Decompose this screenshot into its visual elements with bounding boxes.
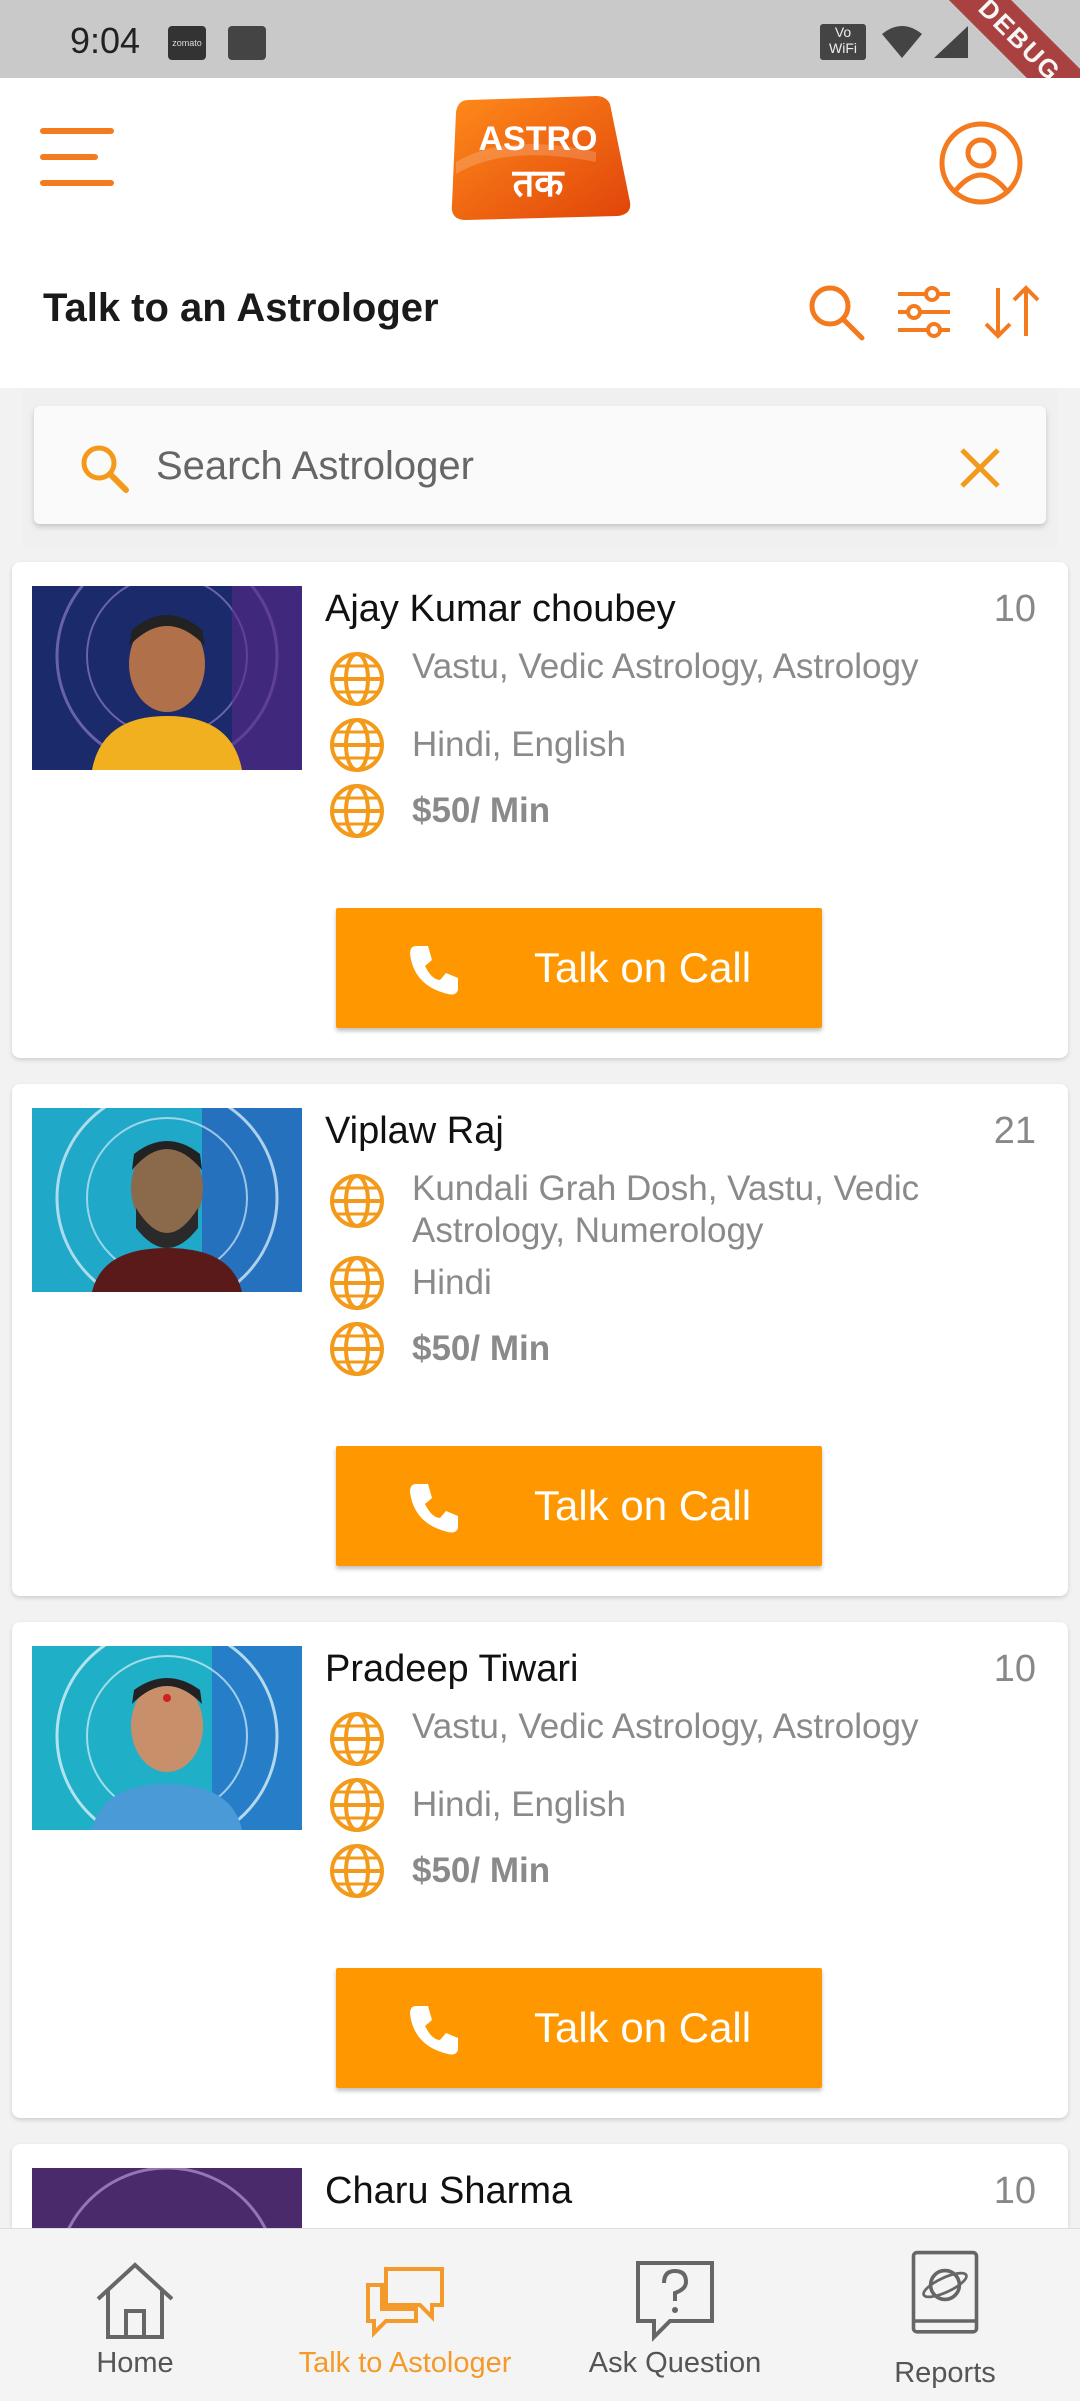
globe-icon (330, 1712, 384, 1766)
astrologer-name: Viplaw Raj (325, 1110, 504, 1152)
astrologer-name: Charu Sharma (325, 2170, 573, 2212)
astrologer-count: 10 (993, 1648, 1036, 1690)
astrologer-count: 10 (993, 2170, 1036, 2212)
astrologer-price: $50/ Min (412, 791, 551, 830)
status-bar: 9:04 zomato Vo WiFi DEBUG (0, 0, 1080, 148)
search-icon[interactable] (806, 282, 866, 342)
zomato-notification-icon: zomato (168, 26, 206, 60)
astrologer-price: $50/ Min (412, 1329, 551, 1368)
talk-on-call-button[interactable]: Talk on Call (336, 1446, 822, 1566)
question-icon (636, 2261, 714, 2342)
talk-on-call-label: Talk on Call (534, 1482, 752, 1529)
nav-reports[interactable]: Reports (810, 2229, 1080, 2401)
bottom-navigation: Home Talk to Astologer Ask Question Repo… (0, 2228, 1080, 2401)
globe-icon (330, 718, 384, 772)
chat-icon (366, 2267, 444, 2338)
astrologer-list[interactable]: Ajay Kumar choubey 10 Vastu, Vedic Astro… (0, 556, 1080, 2228)
globe-icon (330, 1844, 384, 1898)
phone-icon (410, 1484, 458, 1533)
logo-text-bottom: तक (512, 161, 566, 205)
globe-icon (330, 1322, 384, 1376)
phone-icon (410, 946, 458, 995)
globe-icon (330, 1256, 384, 1310)
close-icon[interactable] (956, 444, 1004, 492)
status-time: 9:04 (70, 20, 141, 61)
signal-icon (934, 26, 968, 58)
search-section (22, 388, 1058, 548)
astrologer-photo (32, 1646, 302, 1830)
app-header: ASTRO तक (0, 78, 1080, 238)
astrologer-card[interactable]: Charu Sharma 10 (12, 2144, 1068, 2228)
globe-icon (330, 784, 384, 838)
globe-icon (330, 1778, 384, 1832)
globe-icon (330, 1174, 384, 1228)
user-icon (939, 121, 1023, 205)
phone-icon (410, 2006, 458, 2055)
astrologer-languages: Hindi (412, 1263, 492, 1302)
astrologer-name: Ajay Kumar choubey (325, 588, 676, 630)
search-input[interactable] (154, 428, 938, 504)
nav-ask-label: Ask Question (588, 2347, 762, 2379)
astrologer-skills: Vastu, Vedic Astrology, Astrology (412, 1707, 919, 1746)
menu-icon-line (40, 128, 114, 134)
talk-on-call-button[interactable]: Talk on Call (336, 1968, 822, 2088)
astrologer-skills: Vastu, Vedic Astrology, Astrology (412, 647, 919, 686)
nav-home-label: Home (96, 2347, 174, 2379)
nav-home[interactable]: Home (0, 2229, 270, 2401)
page-title: Talk to an Astrologer (43, 286, 439, 330)
filter-icon[interactable] (894, 282, 954, 342)
talk-on-call-label: Talk on Call (534, 944, 752, 991)
astrologer-name: Pradeep Tiwari (325, 1648, 579, 1690)
home-icon (96, 2262, 174, 2339)
astrologer-price: $50/ Min (412, 1851, 551, 1890)
nav-talk-label: Talk to Astologer (298, 2347, 512, 2379)
menu-button[interactable] (40, 122, 116, 192)
astrologer-photo (32, 2168, 302, 2228)
profile-button[interactable] (938, 120, 1024, 206)
talk-on-call-button[interactable]: Talk on Call (336, 908, 822, 1028)
nav-ask-question[interactable]: Ask Question (540, 2229, 810, 2401)
astrologer-photo (32, 1108, 302, 1292)
astrologer-card[interactable]: Ajay Kumar choubey 10 Vastu, Vedic Astro… (12, 562, 1068, 1058)
logo-text-top: ASTRO (479, 120, 598, 158)
vowifi-icon: Vo WiFi (820, 24, 866, 60)
nav-talk-to-astrologer[interactable]: Talk to Astologer (270, 2229, 540, 2401)
astrologer-languages: Hindi, English (412, 1785, 626, 1824)
astrologer-card[interactable]: Viplaw Raj 21 Kundali Grah Dosh, Vastu, … (12, 1084, 1068, 1596)
nav-reports-label: Reports (894, 2357, 996, 2389)
astrologer-languages: Hindi, English (412, 725, 626, 764)
menu-icon-line (40, 154, 98, 160)
talk-on-call-label: Talk on Call (534, 2004, 752, 2051)
sort-icon[interactable] (982, 282, 1042, 342)
wifi-icon (882, 26, 922, 58)
astrologer-card[interactable]: Pradeep Tiwari 10 Vastu, Vedic Astrology… (12, 1622, 1068, 2118)
astrologer-skills: Kundali Grah Dosh, Vastu, Vedic Astrolog… (412, 1169, 920, 1250)
menu-icon-line (40, 180, 114, 186)
astrologer-photo (32, 586, 302, 770)
astrologer-count: 10 (993, 588, 1036, 630)
title-row: Talk to an Astrologer (0, 238, 1080, 388)
astrologer-count: 21 (993, 1110, 1036, 1152)
search-icon (81, 445, 129, 493)
reports-icon (911, 2250, 979, 2334)
globe-icon (330, 652, 384, 706)
astro-tak-logo: ASTRO तक (446, 92, 632, 222)
gallery-notification-icon (228, 26, 266, 60)
search-box (34, 406, 1046, 524)
